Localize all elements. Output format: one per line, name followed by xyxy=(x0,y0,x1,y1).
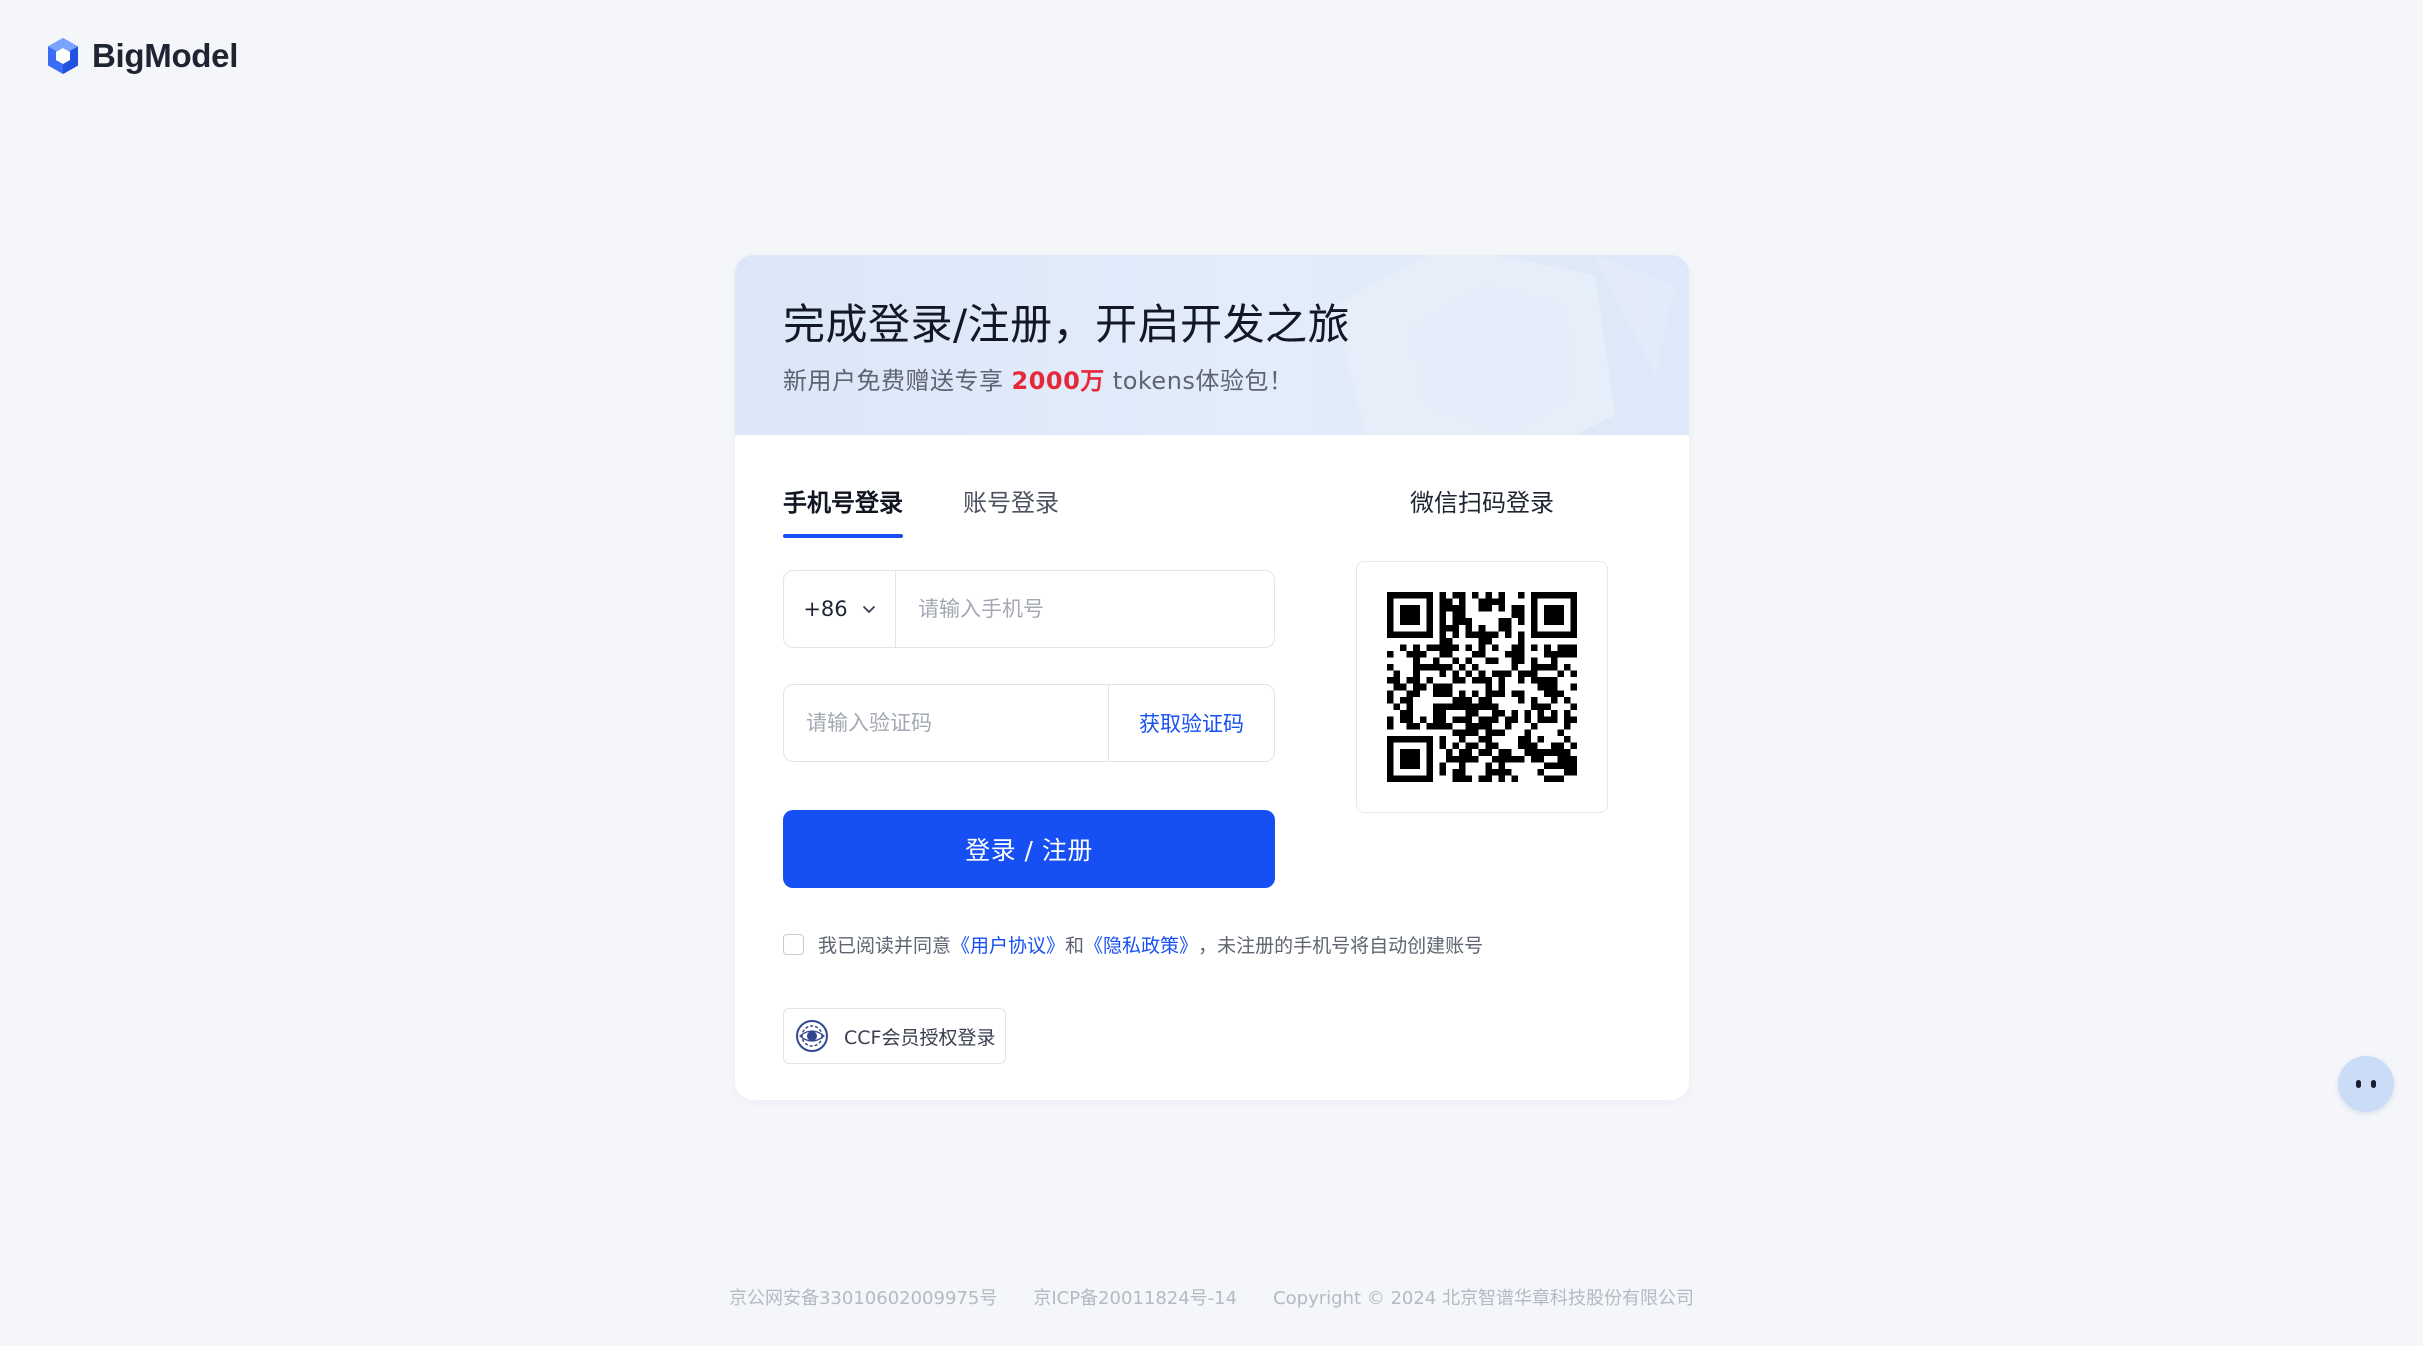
login-method-tabs: 手机号登录 账号登录 xyxy=(783,483,1059,538)
agreement-row: 我已阅读并同意 《用户协议》 和 《隐私政策》 ，未注册的手机号将自动创建账号 xyxy=(783,931,1483,958)
assistant-bubble[interactable] xyxy=(2338,1056,2394,1112)
tab-phone-login[interactable]: 手机号登录 xyxy=(783,483,903,538)
banner-title: 完成登录/注册，开启开发之旅 xyxy=(783,300,1351,349)
banner-subtitle: 新用户免费赠送专享 2000万 tokens体验包！ xyxy=(783,361,1293,396)
icp-record-link[interactable]: 京ICP备20011824号-14 xyxy=(1033,1284,1237,1310)
chevron-down-icon xyxy=(862,605,875,613)
bigmodel-logo-icon xyxy=(48,38,78,74)
qr-code-icon xyxy=(1387,592,1577,782)
agreement-checkbox[interactable] xyxy=(783,934,804,955)
banner-decoration xyxy=(1335,255,1675,435)
wechat-login-title: 微信扫码登录 xyxy=(1410,489,1554,517)
phone-input[interactable] xyxy=(896,571,1274,647)
ccf-login-label: CCF会员授权登录 xyxy=(844,1026,996,1049)
get-code-button[interactable]: 获取验证码 xyxy=(1108,685,1274,761)
user-agreement-link[interactable]: 《用户协议》 xyxy=(951,931,1065,958)
welcome-banner: 完成登录/注册，开启开发之旅 新用户免费赠送专享 2000万 tokens体验包！ xyxy=(735,255,1689,435)
copyright-text: Copyright © 2024 北京智谱华章科技股份有限公司 xyxy=(1273,1288,1695,1309)
token-amount: 2000万 xyxy=(1011,367,1105,395)
agreement-and: 和 xyxy=(1065,935,1085,957)
brand-name: BigModel xyxy=(92,37,239,74)
login-register-button[interactable]: 登录 / 注册 xyxy=(783,810,1275,888)
subtitle-prefix: 新用户免费赠送专享 xyxy=(783,367,1004,395)
agreement-prefix: 我已阅读并同意 xyxy=(818,935,952,957)
police-record-link[interactable]: 京公网安备33010602009975号 xyxy=(729,1284,997,1310)
assistant-eye-left xyxy=(2356,1080,2361,1088)
ccf-login-button[interactable]: CCF会员授权登录 xyxy=(783,1008,1007,1064)
ccf-logo-icon xyxy=(796,1020,828,1052)
privacy-policy-link[interactable]: 《隐私政策》 xyxy=(1084,931,1198,958)
subtitle-suffix: tokens体验包！ xyxy=(1112,367,1294,395)
country-code-select[interactable]: +86 xyxy=(784,571,896,647)
login-card: 完成登录/注册，开启开发之旅 新用户免费赠送专享 2000万 tokens体验包！ … xyxy=(735,255,1689,1100)
verification-code-field: 获取验证码 xyxy=(783,684,1275,762)
country-code-value: +86 xyxy=(803,597,848,621)
wechat-qr-container[interactable] xyxy=(1356,561,1608,813)
assistant-eye-right xyxy=(2371,1080,2376,1088)
phone-field: +86 xyxy=(783,570,1275,648)
agreement-suffix: ，未注册的手机号将自动创建账号 xyxy=(1198,935,1484,957)
tab-account-login[interactable]: 账号登录 xyxy=(963,483,1059,532)
brand-logo[interactable]: BigModel xyxy=(46,34,238,78)
verification-code-input[interactable] xyxy=(784,685,1108,761)
page-footer: 京公网安备33010602009975号 京ICP备20011824号-14 C… xyxy=(0,1284,2423,1310)
